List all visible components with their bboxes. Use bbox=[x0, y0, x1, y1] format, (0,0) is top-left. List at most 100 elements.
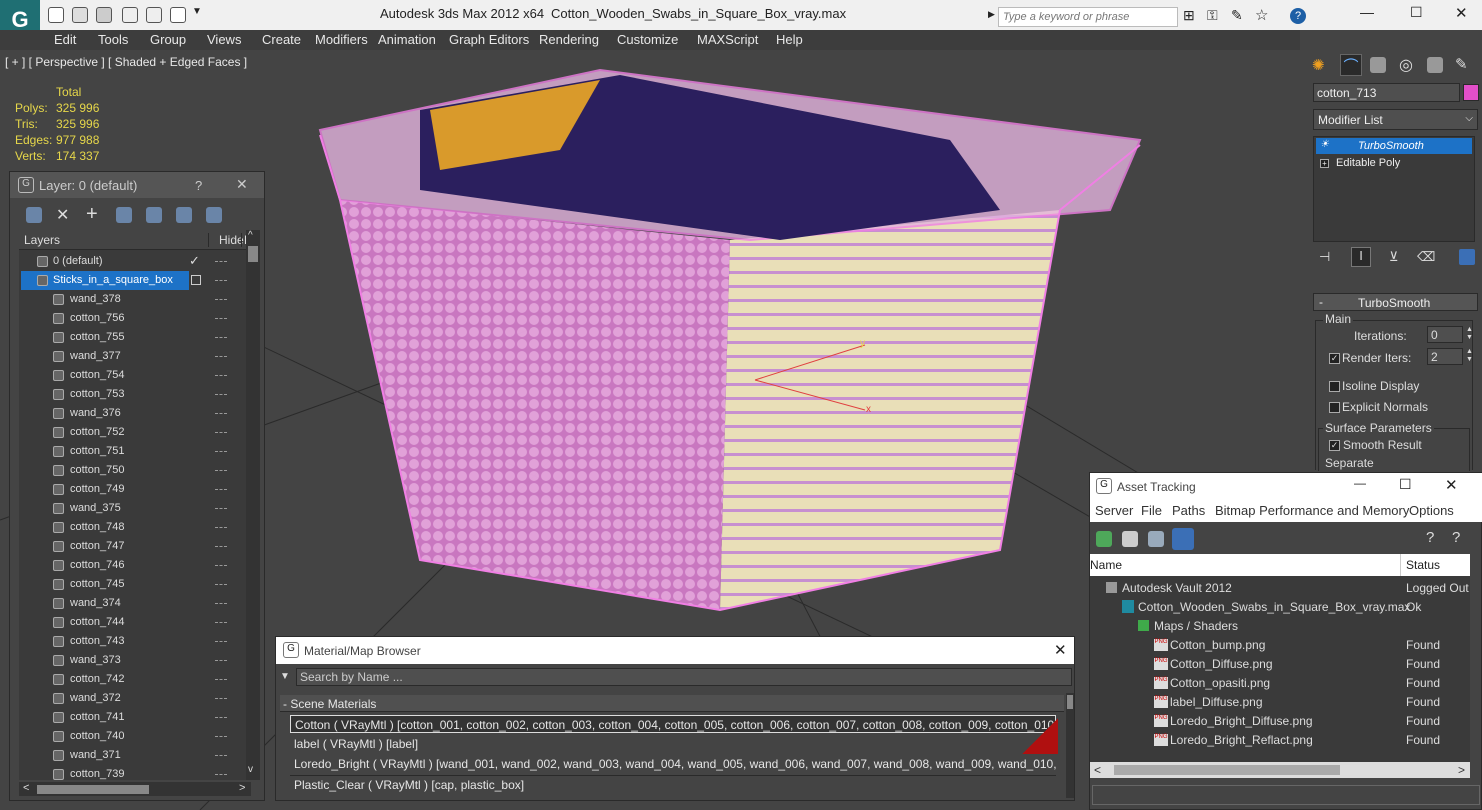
close-icon[interactable]: ✕ bbox=[1455, 4, 1468, 22]
chevron-right-icon[interactable]: > bbox=[239, 782, 245, 794]
list-item[interactable]: wand_373 bbox=[19, 651, 251, 670]
list-item[interactable]: wand_378 bbox=[19, 290, 251, 309]
menu-help[interactable]: Help bbox=[776, 32, 803, 47]
table-row[interactable]: PNG Cotton_Diffuse.png Found bbox=[1090, 654, 1470, 673]
list-item[interactable]: wand_376 bbox=[19, 404, 251, 423]
stack-item-turbosmooth[interactable]: ☀ TurboSmooth bbox=[1316, 138, 1472, 154]
list-item[interactable]: cotton_753 bbox=[19, 385, 251, 404]
menu-tools[interactable]: Tools bbox=[98, 32, 128, 47]
context-help-icon[interactable]: ? bbox=[1452, 529, 1460, 546]
modify-tab-icon[interactable]: ⌒ bbox=[1340, 54, 1362, 76]
motion-tab-icon[interactable]: ◎ bbox=[1399, 55, 1413, 75]
asset-titlebar[interactable]: G Asset Tracking — ☐ ✕ bbox=[1090, 473, 1482, 500]
menu-maxscript[interactable]: MAXScript bbox=[697, 32, 758, 47]
new-icon[interactable] bbox=[48, 7, 64, 23]
render-iters-spinner[interactable]: 2 bbox=[1427, 348, 1463, 365]
explicit-normals-checkbox[interactable] bbox=[1329, 402, 1340, 413]
add-to-layer-icon[interactable]: + bbox=[86, 203, 98, 226]
close-icon[interactable]: ✕ bbox=[1445, 476, 1458, 494]
configure-sets-icon[interactable] bbox=[1459, 249, 1475, 265]
list-item[interactable]: cotton_748 bbox=[19, 518, 251, 537]
smooth-result-checkbox[interactable]: ✓ bbox=[1329, 440, 1340, 451]
list-item[interactable]: cotton_744 bbox=[19, 613, 251, 632]
options-dropdown-icon[interactable]: ▼ bbox=[280, 671, 290, 682]
list-item[interactable]: cotton_752 bbox=[19, 423, 251, 442]
list-item[interactable]: cotton_750 bbox=[19, 461, 251, 480]
col-name[interactable]: Name bbox=[1090, 558, 1122, 572]
select-layer-icon[interactable] bbox=[146, 207, 162, 223]
list-item[interactable]: cotton_754 bbox=[19, 366, 251, 385]
list-item[interactable]: cotton_742 bbox=[19, 670, 251, 689]
tools-icon[interactable]: ✎ bbox=[1231, 7, 1243, 24]
list-item[interactable]: cotton_756 bbox=[19, 309, 251, 328]
chevron-up-icon[interactable]: ^ bbox=[248, 230, 253, 241]
create-tab-icon[interactable]: ✺ bbox=[1312, 56, 1325, 74]
material-vscrollbar[interactable] bbox=[1066, 693, 1074, 798]
scroll-thumb[interactable] bbox=[248, 246, 258, 262]
list-item[interactable]: wand_377 bbox=[19, 347, 251, 366]
list-item[interactable]: wand_372 bbox=[19, 689, 251, 708]
material-row-plastic[interactable]: Plastic_Clear ( VRayMtl ) [cap, plastic_… bbox=[290, 775, 1056, 793]
asset-menu-file[interactable]: File bbox=[1141, 503, 1162, 518]
hierarchy-tab-icon[interactable] bbox=[1370, 57, 1386, 73]
delete-layer-icon[interactable]: ✕ bbox=[56, 205, 69, 225]
close-icon[interactable]: ✕ bbox=[236, 176, 248, 193]
table-row[interactable]: Cotton_Wooden_Swabs_in_Square_Box_vray.m… bbox=[1090, 597, 1470, 616]
list-item[interactable]: cotton_740 bbox=[19, 727, 251, 746]
asset-menu-options[interactable]: Options bbox=[1409, 503, 1454, 518]
table-row[interactable]: Autodesk Vault 2012 Logged Out bbox=[1090, 578, 1470, 597]
asset-menu-bitmap[interactable]: Bitmap Performance and Memory bbox=[1215, 503, 1409, 518]
display-tab-icon[interactable] bbox=[1427, 57, 1443, 73]
star-icon[interactable]: ☆ bbox=[1255, 6, 1268, 24]
list-item[interactable]: cotton_749 bbox=[19, 480, 251, 499]
remove-modifier-icon[interactable]: ⌫ bbox=[1417, 249, 1435, 265]
menu-edit[interactable]: Edit bbox=[54, 32, 76, 47]
chevron-down-icon[interactable]: ▼ bbox=[192, 6, 202, 17]
pin-stack-icon[interactable]: ⊣ bbox=[1319, 249, 1330, 265]
asset-menu-paths[interactable]: Paths bbox=[1172, 503, 1205, 518]
scroll-thumb[interactable] bbox=[1114, 765, 1340, 775]
table-row[interactable]: PNG label_Diffuse.png Found bbox=[1090, 692, 1470, 711]
search-input[interactable]: Type a keyword or phrase bbox=[998, 7, 1178, 27]
binoculars-icon[interactable]: ⊞ bbox=[1183, 7, 1195, 24]
menu-customize[interactable]: Customize bbox=[617, 32, 678, 47]
menu-rendering[interactable]: Rendering bbox=[539, 32, 599, 47]
list-view-icon[interactable] bbox=[1122, 531, 1138, 547]
scene-materials-header[interactable]: - Scene Materials bbox=[280, 695, 1064, 712]
list-item[interactable]: cotton_741 bbox=[19, 708, 251, 727]
layer-help-button[interactable]: ? bbox=[195, 178, 202, 193]
expand-icon[interactable]: + bbox=[1320, 159, 1329, 168]
table-row[interactable]: PNG Loredo_Bright_Reflact.png Found bbox=[1090, 730, 1470, 749]
create-layer-icon[interactable] bbox=[26, 207, 42, 223]
maximize-icon[interactable]: ☐ bbox=[1410, 4, 1423, 21]
spinner-arrows-icon[interactable]: ▲ ▼ bbox=[1466, 348, 1473, 364]
asset-hscrollbar[interactable]: < > bbox=[1090, 762, 1470, 778]
menu-graph-editors[interactable]: Graph Editors bbox=[449, 32, 529, 47]
list-item[interactable]: cotton_745 bbox=[19, 575, 251, 594]
help-icon[interactable]: ? bbox=[1290, 8, 1306, 24]
layer-titlebar[interactable]: G Layer: 0 (default) ? ✕ bbox=[10, 172, 264, 198]
chevron-down-icon[interactable]: v bbox=[248, 764, 253, 775]
asset-menu-server[interactable]: Server bbox=[1095, 503, 1133, 518]
material-row-loredo[interactable]: Loredo_Bright ( VRayMtl ) [wand_001, wan… bbox=[290, 755, 1056, 773]
list-item[interactable]: cotton_739 bbox=[19, 765, 251, 780]
chevron-right-icon[interactable]: > bbox=[1458, 763, 1465, 777]
object-color-swatch[interactable] bbox=[1463, 84, 1479, 101]
turbosmooth-rollout-header[interactable]: - TurboSmooth bbox=[1313, 293, 1478, 311]
modifier-list-dropdown[interactable]: Modifier List ⌵ bbox=[1313, 109, 1478, 130]
iterations-spinner[interactable]: 0 bbox=[1427, 326, 1463, 343]
material-search-input[interactable]: Search by Name ... bbox=[296, 668, 1072, 686]
key-icon[interactable]: ⚿ bbox=[1207, 7, 1218, 24]
chevron-left-icon[interactable]: < bbox=[1094, 763, 1101, 777]
select-objects-icon[interactable] bbox=[116, 207, 132, 223]
table-row[interactable]: PNG Loredo_Bright_Diffuse.png Found bbox=[1090, 711, 1470, 730]
list-item[interactable]: cotton_747 bbox=[19, 537, 251, 556]
undo-icon[interactable] bbox=[122, 7, 138, 23]
table-view-icon[interactable] bbox=[1172, 528, 1194, 550]
minimize-icon[interactable]: — bbox=[1354, 476, 1366, 490]
table-row[interactable]: PNG Cotton_bump.png Found bbox=[1090, 635, 1470, 654]
menu-views[interactable]: Views bbox=[207, 32, 241, 47]
list-item[interactable]: wand_374 bbox=[19, 594, 251, 613]
menu-create[interactable]: Create bbox=[262, 32, 301, 47]
material-row-cotton[interactable]: Cotton ( VRayMtl ) [cotton_001, cotton_0… bbox=[290, 715, 1056, 733]
